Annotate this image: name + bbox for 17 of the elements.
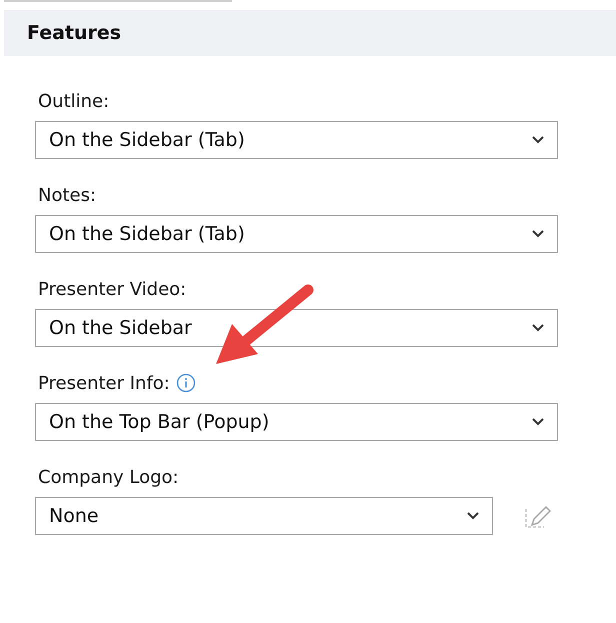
info-icon[interactable] (176, 373, 196, 393)
chevron-down-icon (466, 511, 480, 521)
field-label: Outline: (38, 90, 110, 112)
chevron-down-icon (531, 417, 545, 427)
field-label: Notes: (38, 184, 96, 206)
field-label: Company Logo: (38, 466, 179, 488)
dropdown[interactable]: On the Top Bar (Popup) (35, 403, 558, 441)
dropdown[interactable]: On the Sidebar (Tab) (35, 215, 558, 253)
dropdown[interactable]: On the Sidebar (Tab) (35, 121, 558, 159)
dropdown[interactable]: None (35, 497, 493, 535)
field-label: Presenter Info: (38, 372, 170, 394)
dropdown[interactable]: On the Sidebar (35, 309, 558, 347)
chevron-down-icon (531, 323, 545, 333)
section-title: Features (27, 22, 122, 44)
chevron-down-icon (531, 135, 545, 145)
chevron-down-icon (531, 229, 545, 239)
field-label: Presenter Video: (38, 278, 186, 300)
